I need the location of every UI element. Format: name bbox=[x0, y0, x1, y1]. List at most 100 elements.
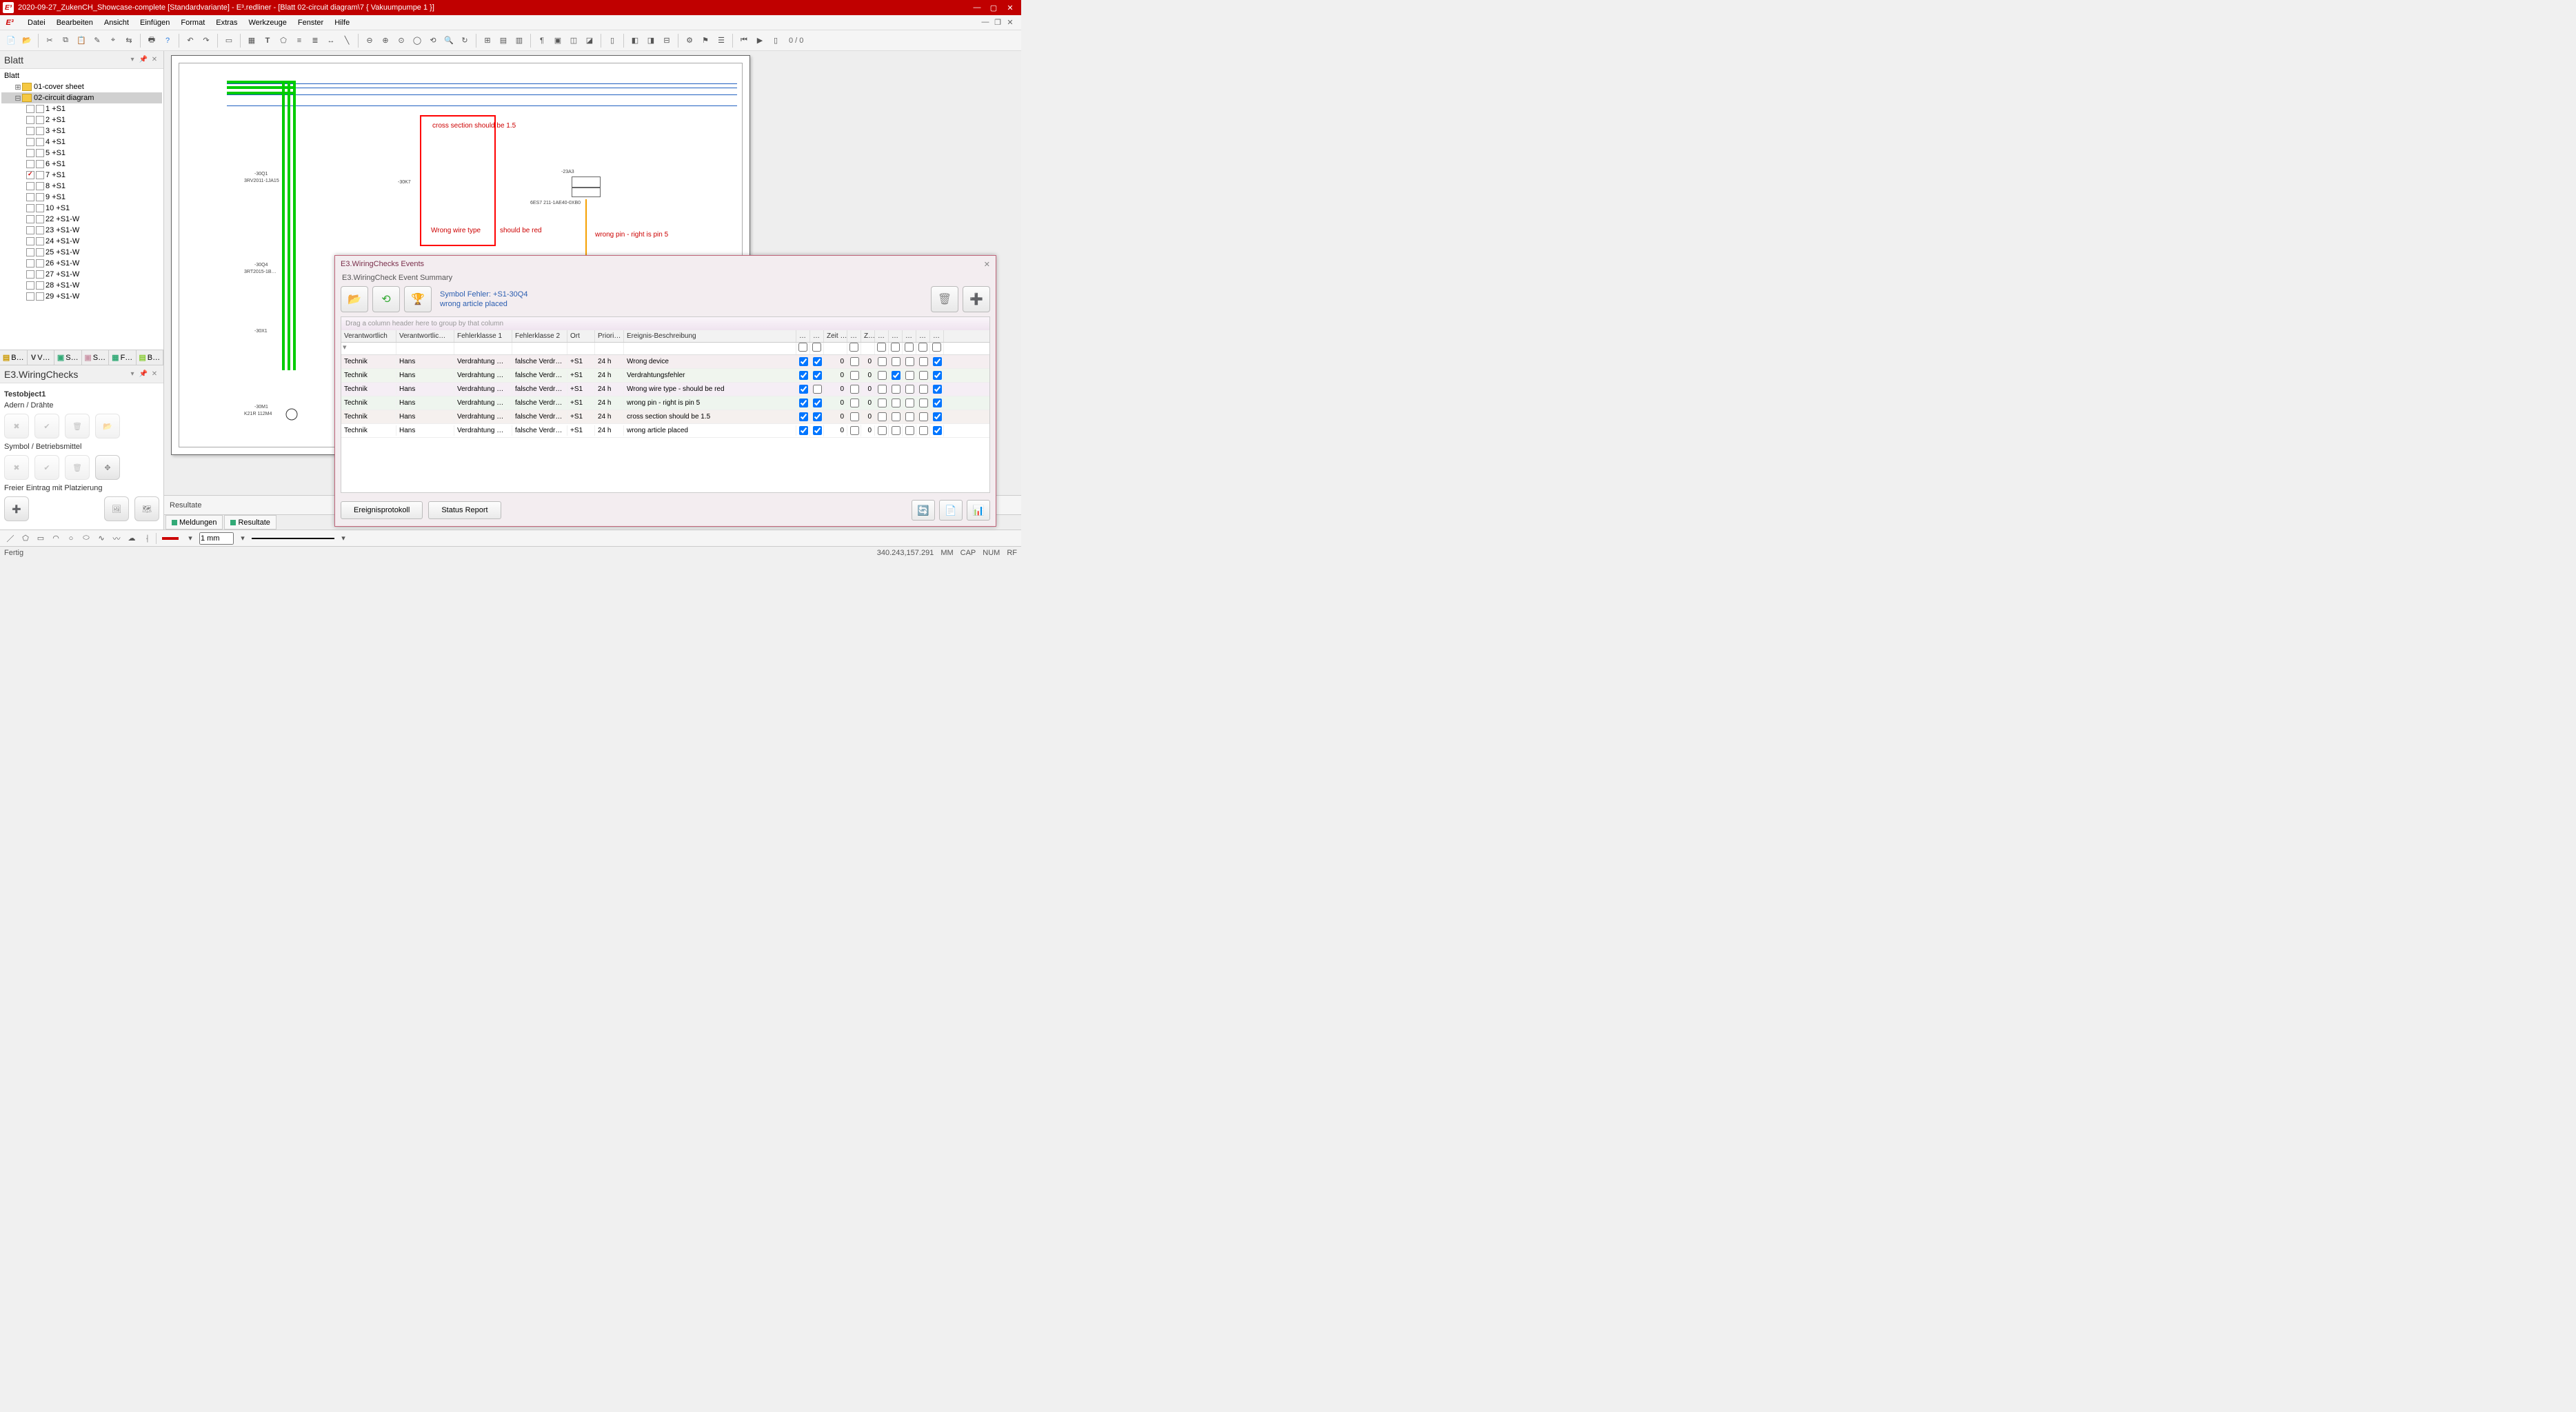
link-icon[interactable]: ⇆ bbox=[122, 34, 136, 48]
win3-icon[interactable]: ⊟ bbox=[660, 34, 674, 48]
left-tab-0[interactable]: ▤B… bbox=[0, 350, 28, 365]
zoom-area-icon[interactable]: 🔍 bbox=[442, 34, 456, 48]
wires-open-button[interactable]: 📂 bbox=[95, 414, 120, 438]
sym-delete-button[interactable]: 🗑 bbox=[65, 455, 90, 480]
draw-cloud-icon[interactable]: ☁ bbox=[125, 532, 138, 545]
menu-format[interactable]: Format bbox=[175, 17, 210, 28]
tree-folder[interactable]: ⊞01-cover sheet bbox=[1, 81, 162, 92]
tree-sheet[interactable]: 25 +S1-W bbox=[1, 247, 162, 258]
grid-icon[interactable]: ▦ bbox=[245, 34, 259, 48]
draw-circle-icon[interactable]: ○ bbox=[65, 532, 77, 545]
events-pdf-icon[interactable]: 📄 bbox=[939, 500, 963, 521]
style-dropdown-icon[interactable]: ▾ bbox=[337, 532, 350, 545]
events-add-button[interactable]: ➕ bbox=[963, 286, 990, 312]
tree-sheet[interactable]: 5 +S1 bbox=[1, 148, 162, 159]
events-close-icon[interactable]: ✕ bbox=[984, 260, 990, 269]
wires-cancel-button[interactable]: ✖ bbox=[4, 414, 29, 438]
tree-sheet[interactable]: 8 +S1 bbox=[1, 181, 162, 192]
col-header[interactable]: … bbox=[875, 330, 889, 342]
col-header[interactable]: … bbox=[810, 330, 824, 342]
draw-ellipse-icon[interactable]: ⬭ bbox=[80, 532, 92, 545]
col-header[interactable]: Priori… bbox=[595, 330, 624, 342]
zoom-in-icon[interactable]: ⊕ bbox=[379, 34, 392, 48]
menu-bearbeiten[interactable]: Bearbeiten bbox=[51, 17, 99, 28]
status-report-button[interactable]: Status Report bbox=[428, 501, 501, 519]
flag-icon[interactable]: ⚑ bbox=[698, 34, 712, 48]
draw-arc-icon[interactable]: ◠ bbox=[50, 532, 62, 545]
new-icon[interactable]: 📄 bbox=[4, 34, 18, 48]
draw-line-icon[interactable]: ／ bbox=[4, 532, 17, 545]
col-header[interactable]: Verantwortlich bbox=[341, 330, 396, 342]
align-left-icon[interactable]: ≡ bbox=[292, 34, 306, 48]
tree-sheet[interactable]: 24 +S1-W bbox=[1, 236, 162, 247]
draw-bracket-icon[interactable]: ⸡ bbox=[141, 532, 153, 545]
list-icon[interactable]: ☰ bbox=[714, 34, 728, 48]
table-row[interactable]: TechnikHansVerdrahtung …falsche Verdr…+S… bbox=[341, 396, 989, 410]
zoom-prev-icon[interactable]: ⟲ bbox=[426, 34, 440, 48]
col-header[interactable]: … bbox=[930, 330, 944, 342]
paste-icon[interactable]: 📋 bbox=[74, 34, 88, 48]
sym-move-button[interactable]: ✥ bbox=[95, 455, 120, 480]
menu-einfügen[interactable]: Einfügen bbox=[134, 17, 175, 28]
copy-icon[interactable]: ⧉ bbox=[59, 34, 72, 48]
table-row[interactable]: TechnikHansVerdrahtung …falsche Verdr…+S… bbox=[341, 424, 989, 438]
events-delete-button[interactable]: 🗑 bbox=[931, 286, 958, 312]
gear-icon[interactable]: ⚙ bbox=[683, 34, 696, 48]
tree-sheet[interactable]: 29 +S1-W bbox=[1, 291, 162, 302]
sym-ok-button[interactable]: ✔ bbox=[34, 455, 59, 480]
dimension-icon[interactable]: ↔ bbox=[324, 34, 338, 48]
col-header[interactable]: … bbox=[903, 330, 916, 342]
draw-poly-icon[interactable]: ⬠ bbox=[19, 532, 32, 545]
brush-icon[interactable]: ✎ bbox=[90, 34, 104, 48]
table-row[interactable]: TechnikHansVerdrahtung …falsche Verdr…+S… bbox=[341, 410, 989, 424]
panel-pin-icon[interactable]: 📌 bbox=[139, 55, 148, 65]
nav-first-icon[interactable]: ⏮ bbox=[737, 34, 751, 48]
grid-filter-row[interactable]: ▾ bbox=[341, 343, 989, 355]
left-tab-1[interactable]: VV… bbox=[28, 350, 55, 365]
redo-icon[interactable]: ↷ bbox=[199, 34, 213, 48]
menu-werkzeuge[interactable]: Werkzeuge bbox=[243, 17, 292, 28]
tree-folder[interactable]: ⊟02-circuit diagram bbox=[1, 92, 162, 103]
events-trophy-button[interactable]: 🏆 bbox=[404, 286, 432, 312]
tree-sheet[interactable]: 27 +S1-W bbox=[1, 269, 162, 280]
col-header[interactable]: … bbox=[847, 330, 861, 342]
events-xlsx-icon[interactable]: 📊 bbox=[967, 500, 990, 521]
tree-sheet[interactable]: 9 +S1 bbox=[1, 192, 162, 203]
left-tab-2[interactable]: ▣S… bbox=[54, 350, 82, 365]
minimize-button[interactable]: — bbox=[969, 1, 985, 14]
panel-icon[interactable]: ▯ bbox=[605, 34, 619, 48]
menu-extras[interactable]: Extras bbox=[210, 17, 243, 28]
frame-icon[interactable]: ▣ bbox=[551, 34, 565, 48]
table-icon[interactable]: ⊞ bbox=[481, 34, 494, 48]
draw-rect-icon[interactable]: ▭ bbox=[34, 532, 47, 545]
sheet-tree[interactable]: Blatt⊞01-cover sheet⊟02-circuit diagram1… bbox=[0, 69, 163, 350]
tree-sheet[interactable]: 10 +S1 bbox=[1, 203, 162, 214]
wiring-pin-icon[interactable]: 📌 bbox=[139, 370, 148, 379]
col-header[interactable]: Fehlerklasse 1 bbox=[454, 330, 512, 342]
panel-menu-icon[interactable]: ▾ bbox=[128, 55, 137, 65]
tree-sheet[interactable]: 7 +S1 bbox=[1, 170, 162, 181]
wiring-menu-icon[interactable]: ▾ bbox=[128, 370, 137, 379]
tree-sheet[interactable]: 23 +S1-W bbox=[1, 225, 162, 236]
color-swatch[interactable] bbox=[162, 537, 179, 540]
refresh-icon[interactable]: ↻ bbox=[458, 34, 472, 48]
col-header[interactable]: … bbox=[889, 330, 903, 342]
undo-icon[interactable]: ↶ bbox=[183, 34, 197, 48]
table-row[interactable]: TechnikHansVerdrahtung …falsche Verdr…+S… bbox=[341, 369, 989, 383]
menu-ansicht[interactable]: Ansicht bbox=[99, 17, 134, 28]
tree-sheet[interactable]: 1 +S1 bbox=[1, 103, 162, 114]
wiring-close-icon[interactable]: ✕ bbox=[150, 370, 159, 379]
grid-header[interactable]: VerantwortlichVerantwortlic…Fehlerklasse… bbox=[341, 330, 989, 343]
wires-delete-button[interactable]: 🗑 bbox=[65, 414, 90, 438]
width-dropdown-icon[interactable]: ▾ bbox=[237, 532, 249, 545]
draw-curve-icon[interactable]: ∿ bbox=[95, 532, 108, 545]
tree-sheet[interactable]: 6 +S1 bbox=[1, 159, 162, 170]
tree-sheet[interactable]: 4 +S1 bbox=[1, 137, 162, 148]
events-grid[interactable]: Drag a column header here to group by th… bbox=[341, 316, 990, 493]
view2-icon[interactable]: ◪ bbox=[583, 34, 596, 48]
col-header[interactable]: Zeit … bbox=[824, 330, 847, 342]
menu-datei[interactable]: Datei bbox=[22, 17, 51, 28]
open-icon[interactable]: 📂 bbox=[20, 34, 34, 48]
events-open-button[interactable]: 📂 bbox=[341, 286, 368, 312]
sheet-icon[interactable]: ▤ bbox=[496, 34, 510, 48]
